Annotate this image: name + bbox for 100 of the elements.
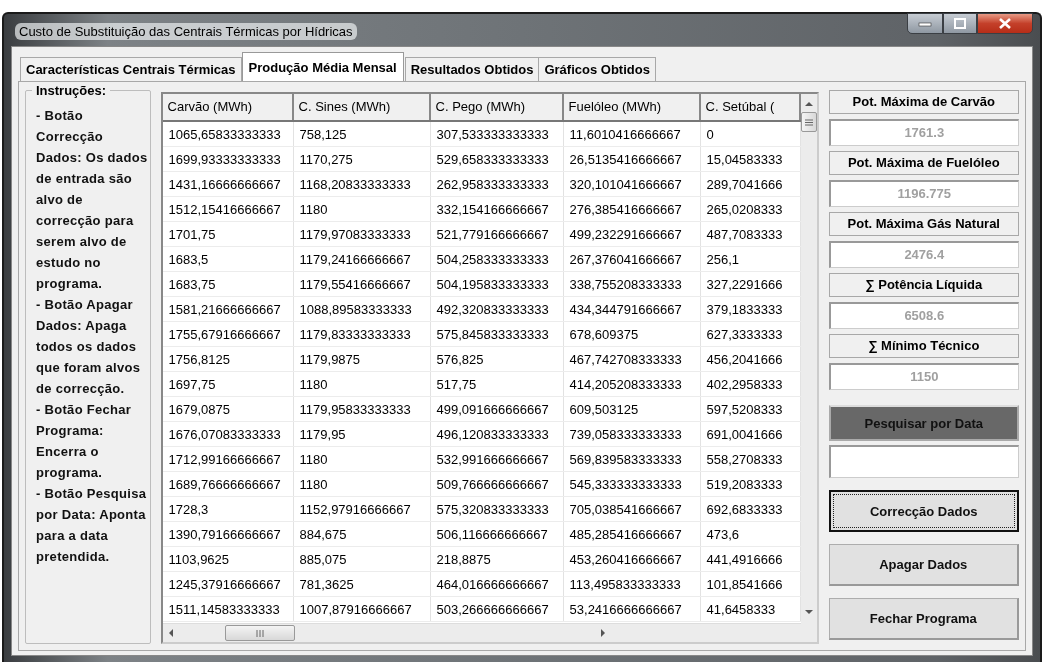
table-cell: 1179,9875 <box>293 347 431 371</box>
table-cell: 1712,99166666667 <box>162 447 294 471</box>
table-cell: 1728,3 <box>162 497 294 521</box>
column-header[interactable]: Carvão (MWh) <box>162 94 294 120</box>
table-cell: 338,755208333333 <box>563 272 701 296</box>
table-cell: 691,0041666 <box>700 422 801 446</box>
table-cell: 517,75 <box>430 372 564 396</box>
scroll-up-arrow-icon[interactable] <box>803 100 814 108</box>
column-header[interactable]: C. Sines (MWh) <box>293 94 431 120</box>
table-cell: 101,8541666 <box>700 572 801 596</box>
table-cell: 464,016666666667 <box>430 572 564 596</box>
table-cell: 1179,95 <box>293 422 431 446</box>
table-cell: 1689,76666666667 <box>162 472 294 496</box>
tab[interactable]: Produção Média Mensal <box>241 52 404 81</box>
tab[interactable]: Resultados Obtidos <box>404 57 540 81</box>
table-cell: 739,058333333333 <box>563 422 701 446</box>
table-cell: 627,3333333 <box>700 322 801 346</box>
table-cell: 1180 <box>293 197 431 221</box>
column-header[interactable]: Fuelóleo (MWh) <box>563 94 701 120</box>
group-title: Instruções: <box>32 83 111 98</box>
grip-icon <box>254 629 265 637</box>
date-input-field[interactable] <box>828 445 1019 478</box>
table-cell: 678,609375 <box>563 322 701 346</box>
table-cell: 256,1 <box>700 247 801 271</box>
table-cell: 506,116666666667 <box>430 522 564 546</box>
table-cell: 456,2041666 <box>700 347 801 371</box>
table-cell: 509,766666666667 <box>430 472 564 496</box>
table-cell: 41,6458333 <box>700 597 801 621</box>
table-cell: 1245,37916666667 <box>162 572 294 596</box>
table-cell: 1103,9625 <box>162 547 294 571</box>
table-cell: 529,658333333333 <box>430 147 564 171</box>
table-cell: 1180 <box>293 472 431 496</box>
table-cell: 218,8875 <box>430 547 564 571</box>
table-cell: 504,258333333333 <box>430 247 564 271</box>
table-cell: 289,7041666 <box>700 172 801 196</box>
table-cell: 519,2083333 <box>700 472 801 496</box>
window-title: Custo de Substituição das Centrais Térmicas por Hídricas <box>15 23 357 40</box>
instruction-text: - Botão Fechar Programa: Encerra o programa. <box>36 401 133 482</box>
instruction-text: - Botão Correcção Dados: Os dados de entrada são alvo de correcção para serem alvo de estudo no programa. <box>36 107 148 293</box>
close-button[interactable] <box>977 13 1033 34</box>
table-cell: 1699,93333333333 <box>162 147 294 171</box>
scroll-thumb[interactable] <box>224 625 295 641</box>
table-cell: 1180 <box>293 447 431 471</box>
table-cell: 262,958333333333 <box>430 172 564 196</box>
table-cell: 1390,79166666667 <box>162 522 294 546</box>
table-cell: 558,2708333 <box>700 447 801 471</box>
table-cell: 485,285416666667 <box>563 522 701 546</box>
table-cell: 1683,5 <box>162 247 294 271</box>
table-cell: 1179,55416666667 <box>293 272 431 296</box>
table-cell: 1701,75 <box>162 222 294 246</box>
close-icon <box>999 18 1011 29</box>
table-cell: 267,376041666667 <box>563 247 701 271</box>
table-cell: 1511,14583333333 <box>162 597 294 621</box>
table-cell: 1581,21666666667 <box>162 297 294 321</box>
table-cell: 705,038541666667 <box>563 497 701 521</box>
table-cell: 1676,07083333333 <box>162 422 294 446</box>
table-cell: 453,260416666667 <box>563 547 701 571</box>
table-cell: 1512,15416666667 <box>162 197 294 221</box>
horizontal-scrollbar[interactable] <box>162 623 801 642</box>
action-button[interactable]: Apagar Dados <box>828 544 1019 586</box>
table-cell: 441,4916666 <box>700 547 801 571</box>
table-cell: 576,825 <box>430 347 564 371</box>
table-cell: 597,5208333 <box>700 397 801 421</box>
table-cell: 504,195833333333 <box>430 272 564 296</box>
table-cell: 276,385416666667 <box>563 197 701 221</box>
minimize-button[interactable] <box>907 13 943 34</box>
table-cell: 781,3625 <box>293 572 431 596</box>
table-cell: 503,266666666667 <box>430 597 564 621</box>
maximize-icon <box>954 18 966 29</box>
instruction-text: - Botão Pesquisa por Data: Aponta para a data pretendida. <box>36 485 148 566</box>
table-cell: 575,320833333333 <box>430 497 564 521</box>
table-cell: 1179,83333333333 <box>293 322 431 346</box>
table-cell: 575,845833333333 <box>430 322 564 346</box>
minimize-icon <box>918 20 932 27</box>
tab[interactable]: Gráficos Obtidos <box>538 57 656 81</box>
table-cell: 487,7083333 <box>700 222 801 246</box>
table-cell: 1683,75 <box>162 272 294 296</box>
table-cell: 521,779166666667 <box>430 222 564 246</box>
table-cell: 492,320833333333 <box>430 297 564 321</box>
table-cell: 15,04583333 <box>700 147 801 171</box>
table-cell: 113,495833333333 <box>563 572 701 596</box>
field-label: Pot. Máxima de Carvão <box>828 90 1019 114</box>
table-cell: 1179,95833333333 <box>293 397 431 421</box>
table-cell: 532,991666666667 <box>430 447 564 471</box>
scroll-down-arrow-icon[interactable] <box>803 608 814 616</box>
table-cell: 1065,65833333333 <box>162 122 294 146</box>
table-cell: 499,232291666667 <box>563 222 701 246</box>
field-label: Pot. Máxima Gás Natural <box>828 212 1019 236</box>
table-cell: 1679,0875 <box>162 397 294 421</box>
action-button[interactable]: Fechar Programa <box>828 598 1019 640</box>
column-header[interactable]: C. Pego (MWh) <box>430 94 564 120</box>
tab[interactable]: Características Centrais Térmicas <box>20 57 242 81</box>
maximize-button[interactable] <box>943 13 977 34</box>
table-cell: 885,075 <box>293 547 431 571</box>
action-button[interactable]: Correcção Dados <box>828 490 1019 532</box>
table-cell: 414,205208333333 <box>563 372 701 396</box>
table-cell: 1431,16666666667 <box>162 172 294 196</box>
grip-icon <box>804 118 813 126</box>
table-cell: 1179,97083333333 <box>293 222 431 246</box>
table-cell: 1088,89583333333 <box>293 297 431 321</box>
